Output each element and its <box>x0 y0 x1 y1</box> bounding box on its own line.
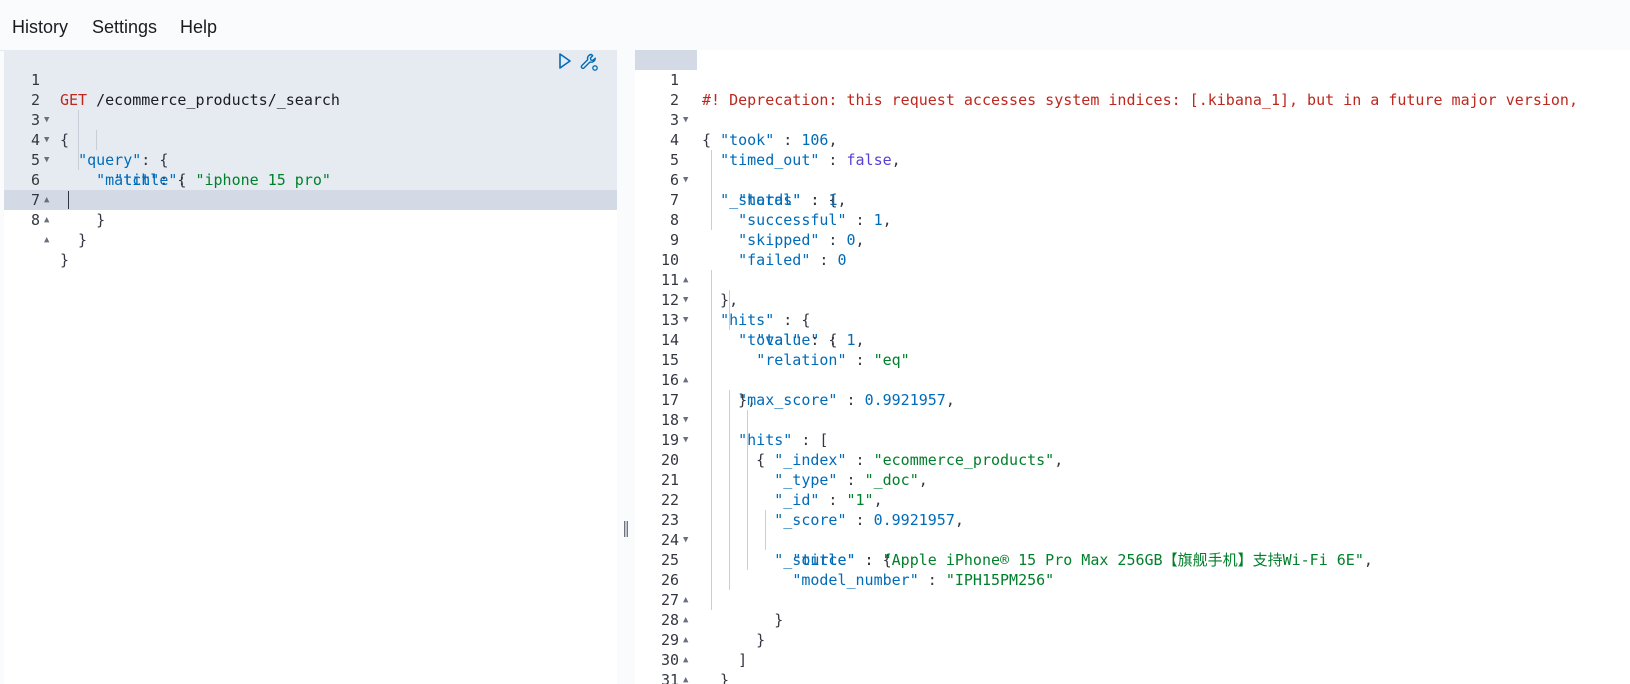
request-line: 8 ▲ } <box>4 190 617 269</box>
indent-guide <box>96 130 97 150</box>
response-line: 23 ▼ "_source" : { <box>635 490 1630 569</box>
response-line: 8 "skipped" : 0, <box>635 190 1630 249</box>
response-line: 13 "value" : 1, <box>635 290 1630 349</box>
response-line: 17 ▼ "hits" : [ <box>635 370 1630 449</box>
response-line: 7 "successful" : 1, <box>635 170 1630 229</box>
response-line: 1 #! Deprecation: this request accesses … <box>635 50 1630 109</box>
response-line: 26 ▲ } <box>635 550 1630 629</box>
top-menu-bar: History Settings Help <box>0 0 1630 51</box>
wrench-icon[interactable] <box>579 52 599 77</box>
resize-handle-icon[interactable]: ‖ <box>622 518 630 537</box>
response-line: 10 ▲ }, <box>635 230 1630 309</box>
response-output[interactable]: 1 #! Deprecation: this request accesses … <box>635 50 1630 684</box>
request-line: 3 ▼ "query": { <box>4 90 617 169</box>
line-number: 31 <box>660 671 679 684</box>
menu-help[interactable]: Help <box>180 17 217 38</box>
response-line: 3 "took" : 106, <box>635 90 1630 149</box>
response-line: 15 ▲ }, <box>635 330 1630 409</box>
response-line: 12 ▼ "total" : { <box>635 270 1630 349</box>
line-number: 8 <box>30 211 40 229</box>
response-line: 18 ▼ { <box>635 390 1630 469</box>
request-line: 7 ▲ } <box>4 170 617 249</box>
indent-guide <box>729 390 730 590</box>
response-line: 19 "_index" : "ecommerce_products", <box>635 410 1630 469</box>
request-editor[interactable]: 1 GET /ecommerce_products/_search 2 ▼ { … <box>4 50 617 684</box>
request-line: 2 ▼ { <box>4 70 617 149</box>
response-line: 2 ▼ { <box>635 70 1630 149</box>
request-line: 4 ▼ "match": { <box>4 110 617 189</box>
indent-guide <box>711 270 712 610</box>
response-line: 27 ▲ } <box>635 570 1630 649</box>
response-line: 16 "max_score" : 0.9921957, <box>635 350 1630 409</box>
indent-guide <box>711 150 712 230</box>
play-icon[interactable] <box>557 52 573 75</box>
menu-history[interactable]: History <box>12 17 68 38</box>
menu-settings[interactable]: Settings <box>92 17 157 38</box>
response-line: 24 "title" : "Apple iPhone® 15 Pro Max 2… <box>635 510 1630 569</box>
response-line: 5 ▼ "_shards" : { <box>635 130 1630 209</box>
response-code[interactable]: 1 #! Deprecation: this request accesses … <box>635 50 1630 684</box>
indent-guide <box>78 110 79 170</box>
response-line: 22 "_score" : 0.9921957, <box>635 470 1630 529</box>
indent-guide <box>765 510 766 550</box>
request-line: 1 GET /ecommerce_products/_search <box>4 50 617 109</box>
response-line: 4 "timed_out" : false, <box>635 110 1630 169</box>
response-line: 6 "total" : 1, <box>635 150 1630 209</box>
text-cursor <box>68 191 69 209</box>
response-line: 14 "relation" : "eq" <box>635 310 1630 369</box>
pane-resizer[interactable]: ‖ <box>617 50 635 684</box>
indent-guide <box>729 290 730 330</box>
response-line: 28 ▲ ] <box>635 590 1630 669</box>
response-line: 9 "failed" : 0 <box>635 210 1630 269</box>
response-line: 11 ▼ "hits" : { <box>635 250 1630 329</box>
response-line: 21 "_id" : "1", <box>635 450 1630 509</box>
response-line: 20 "_type" : "_doc", <box>635 430 1630 489</box>
response-line: 25 "model_number" : "IPH15PM256" <box>635 530 1630 589</box>
fold-toggle-icon[interactable]: ▲ <box>44 230 54 250</box>
response-line: 31 <box>635 650 1630 684</box>
request-line: 6 ▲ } <box>4 150 617 229</box>
request-code[interactable]: 1 GET /ecommerce_products/_search 2 ▼ { … <box>4 50 617 684</box>
response-line: 30 ▲ } <box>635 630 1630 684</box>
indent-guide <box>747 410 748 570</box>
response-line: 29 ▲ } <box>635 610 1630 684</box>
